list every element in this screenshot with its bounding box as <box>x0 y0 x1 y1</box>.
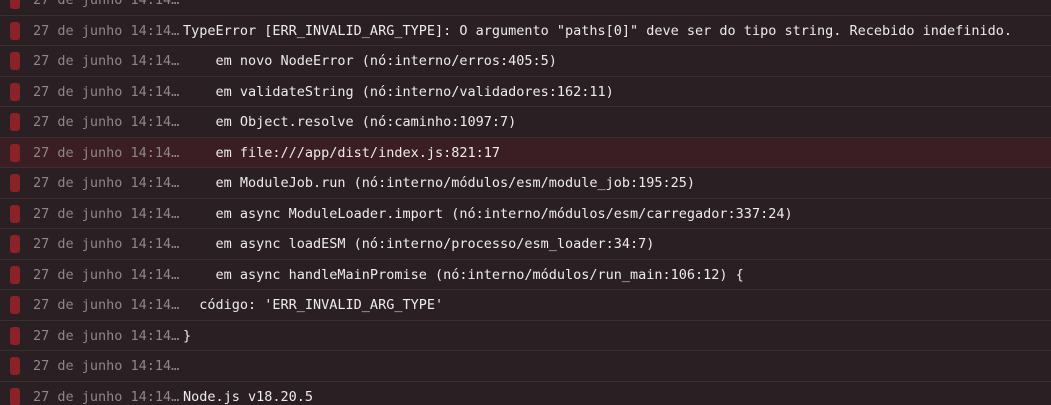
error-level-indicator <box>10 174 20 192</box>
error-level-indicator <box>10 357 20 375</box>
log-message: em async ModuleLoader.import (nó:interno… <box>183 205 793 222</box>
log-timestamp: 27 de junho 14:14… <box>33 22 180 39</box>
log-timestamp: 27 de junho 14:14… <box>33 327 180 344</box>
log-timestamp: 27 de junho 14:14… <box>33 144 180 161</box>
log-message: em file:///app/dist/index.js:821:17 <box>183 144 500 161</box>
log-row[interactable]: 27 de junho 14:14… em ModuleJob.run (nó:… <box>0 168 1051 199</box>
error-level-indicator <box>10 113 20 131</box>
log-row[interactable]: 27 de junho 14:14… código: 'ERR_INVALID_… <box>0 290 1051 321</box>
log-timestamp: 27 de junho 14:14… <box>33 83 180 100</box>
log-timestamp: 27 de junho 14:14… <box>33 236 180 252</box>
log-row[interactable]: 27 de junho 14:14…} <box>0 320 1051 351</box>
log-row[interactable]: 27 de junho 14:14… <box>0 0 1051 16</box>
error-level-indicator <box>10 235 20 253</box>
log-row[interactable]: 27 de junho 14:14… em validateString (nó… <box>0 76 1051 107</box>
log-message: em async loadESM (nó:interno/processo/es… <box>183 236 655 252</box>
error-level-indicator <box>10 143 20 162</box>
log-message: TypeError [ERR_INVALID_ARG_TYPE]: O argu… <box>183 22 1013 39</box>
log-timestamp: 27 de junho 14:14… <box>33 358 180 374</box>
log-row[interactable]: 27 de junho 14:14… em async loadESM (nó:… <box>0 229 1051 260</box>
log-message: em ModuleJob.run (nó:interno/módulos/esm… <box>183 175 696 191</box>
log-row[interactable]: 27 de junho 14:14… em file:///app/dist/i… <box>0 137 1051 168</box>
log-timestamp: 27 de junho 14:14… <box>33 114 180 130</box>
log-message: código: 'ERR_INVALID_ARG_TYPE' <box>183 297 444 313</box>
log-row[interactable]: 27 de junho 14:14… em async handleMainPr… <box>0 259 1051 290</box>
log-row[interactable]: 27 de junho 14:14… TypeError [ERR_INVALID… <box>0 15 1051 46</box>
log-message: } <box>183 327 192 344</box>
log-row[interactable]: 27 de junho 14:14… em async ModuleLoader… <box>0 198 1051 229</box>
error-level-indicator <box>10 52 20 70</box>
log-timestamp: 27 de junho 14:14… <box>33 0 180 8</box>
error-level-indicator <box>10 387 20 405</box>
error-level-indicator <box>10 82 20 101</box>
log-row[interactable]: 27 de junho 14:14… <box>0 351 1051 382</box>
log-message: em validateString (nó:interno/validadore… <box>183 83 614 100</box>
log-row[interactable]: 27 de junho 14:14… Node.js v18.20.5 <box>0 381 1051 405</box>
log-message: Node.js v18.20.5 <box>183 388 314 405</box>
error-level-indicator <box>10 204 20 223</box>
error-level-indicator <box>10 326 20 345</box>
log-timestamp: 27 de junho 14:14… <box>33 297 180 313</box>
error-level-indicator <box>10 21 20 40</box>
error-level-indicator <box>10 0 20 9</box>
log-timestamp: 27 de junho 14:14… <box>33 175 180 191</box>
log-row[interactable]: 27 de junho 14:14… em novo NodeError (nó… <box>0 46 1051 77</box>
log-viewer: 27 de junho 14:14… 27 de junho 14:14… Type… <box>0 0 1051 405</box>
log-message: em async handleMainPromise (nó:interno/m… <box>183 266 744 283</box>
log-message: em novo NodeError (nó:interno/erros:405:… <box>183 53 557 69</box>
log-timestamp: 27 de junho 14:14… <box>33 388 180 405</box>
log-timestamp: 27 de junho 14:14… <box>33 205 180 222</box>
log-timestamp: 27 de junho 14:14… <box>33 53 180 69</box>
log-message: em Object.resolve (nó:caminho:1097:7) <box>183 114 517 130</box>
error-level-indicator <box>10 265 20 284</box>
log-timestamp: 27 de junho 14:14… <box>33 266 180 283</box>
error-level-indicator <box>10 296 20 314</box>
log-row[interactable]: 27 de junho 14:14… em Object.resolve (nó… <box>0 107 1051 138</box>
log-rows: 27 de junho 14:14… 27 de junho 14:14… Type… <box>0 0 1051 405</box>
